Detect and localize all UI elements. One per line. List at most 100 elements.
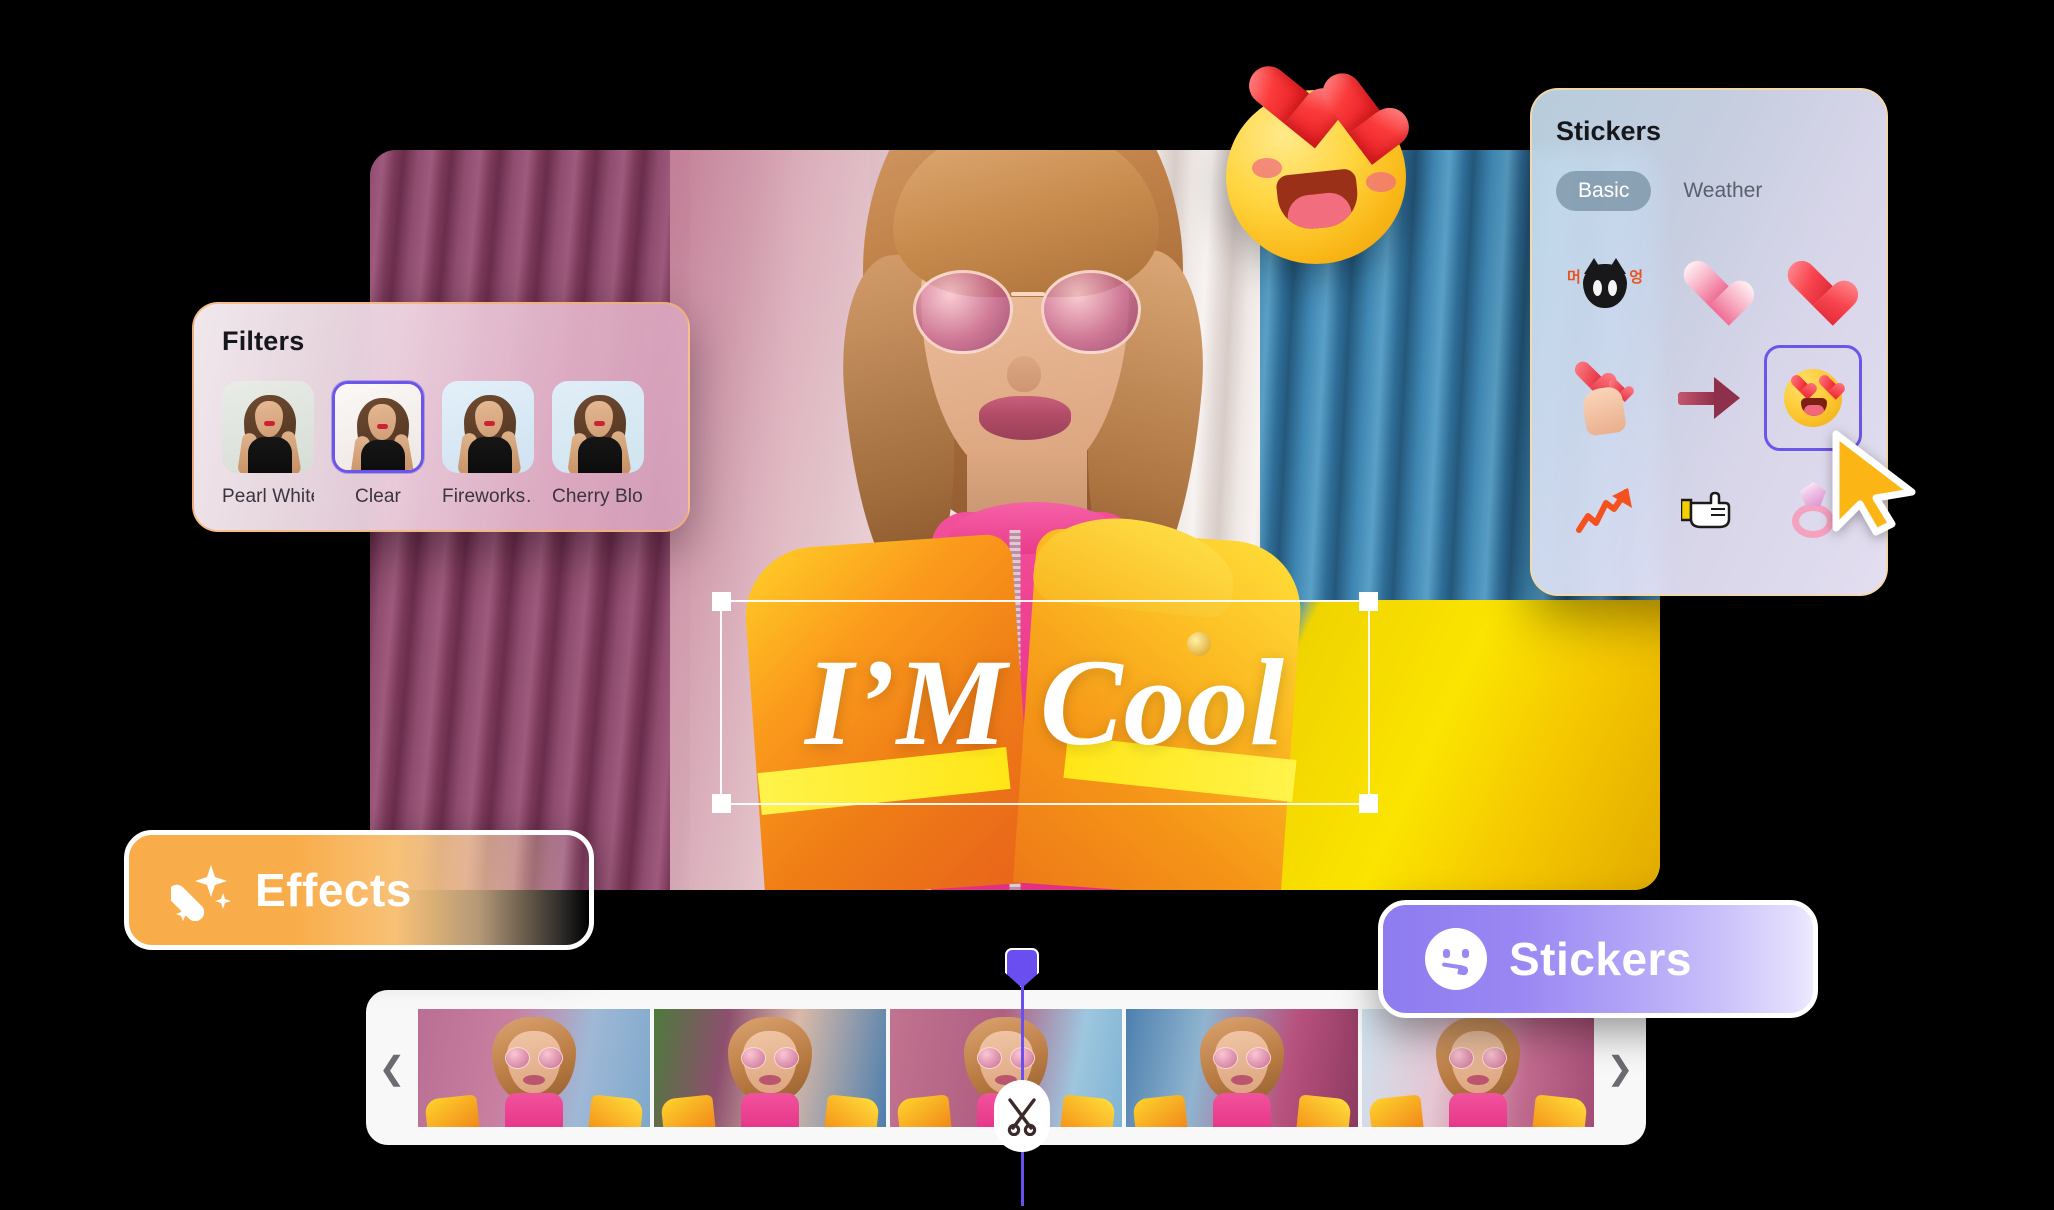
sticker-chart-increasing[interactable] <box>1556 457 1654 563</box>
thumb-body <box>248 437 292 473</box>
cat-eye-right <box>1608 280 1617 296</box>
filter-label: Fireworks… <box>442 486 534 507</box>
clip-model-coat-left <box>896 1093 952 1127</box>
timeline-clip-5[interactable] <box>1362 1008 1594 1127</box>
filter-preview-image <box>442 381 534 473</box>
clip-model-lips <box>523 1074 545 1085</box>
sticker-pointing-hand[interactable] <box>1660 457 1758 563</box>
filter-item-pearl-white[interactable]: Pearl White <box>222 381 314 508</box>
thumb-lips <box>377 424 388 429</box>
playhead-marker[interactable] <box>1005 948 1039 988</box>
resize-handle-bottom-right[interactable] <box>1359 794 1378 813</box>
ring-gem <box>1800 482 1826 506</box>
emoji-mouth <box>1275 167 1361 233</box>
chart-increasing-icon <box>1576 486 1634 534</box>
sticker-finger-heart[interactable] <box>1556 345 1654 451</box>
app-root: I’M Cool Filters Pearl White Clear Firew… <box>0 0 2054 1210</box>
split-clip-button[interactable] <box>994 1080 1050 1152</box>
stickers-button-label: Stickers <box>1509 933 1693 985</box>
clip-model-coat-left <box>424 1093 480 1127</box>
filters-panel: Filters Pearl White Clear Fireworks Cher… <box>192 302 690 532</box>
finger-heart-icon <box>1572 362 1638 437</box>
thumb-body <box>361 440 405 470</box>
cat-eye-left <box>1593 280 1602 296</box>
clip-model-sunglasses <box>1213 1046 1271 1069</box>
resize-handle-bottom-left[interactable] <box>712 794 731 813</box>
black-cat-icon: 머 엉 <box>1567 258 1643 314</box>
filter-label: Pearl White <box>222 486 314 507</box>
filter-label: Cherry Blo… <box>552 486 644 507</box>
emoji-heart-eye-right <box>1818 376 1838 394</box>
filters-list: Pearl White Clear Fireworks Cherry Blo <box>222 381 688 508</box>
filter-item-cherry-blossom[interactable]: Cherry Blo… <box>552 381 644 508</box>
sticker-category-tabs: Basic Weather <box>1556 171 1862 211</box>
thumb-body <box>468 437 512 473</box>
effects-button-label: Effects <box>255 864 412 916</box>
clip-model-top <box>1213 1092 1271 1127</box>
smiley-face-icon <box>1425 928 1487 990</box>
arrow-cursor <box>1828 430 1920 536</box>
filter-thumbnail[interactable] <box>552 381 644 473</box>
sticker-red-heart[interactable] <box>1764 233 1862 339</box>
finger-heart-hand <box>1580 385 1628 437</box>
clip-model-sunglasses <box>505 1046 563 1069</box>
tab-basic[interactable]: Basic <box>1556 171 1652 211</box>
sunglass-lens-right <box>1041 270 1141 354</box>
clip-model-coat-left <box>660 1093 716 1127</box>
filter-thumbnail[interactable] <box>222 381 314 473</box>
filter-item-fireworks[interactable]: Fireworks… <box>442 381 534 508</box>
filter-label: Clear <box>355 486 401 507</box>
clip-model-top <box>741 1092 799 1127</box>
model-nose <box>1007 356 1041 392</box>
thumb-lips <box>264 421 275 426</box>
sticker-black-cat[interactable]: 머 엉 <box>1556 233 1654 339</box>
finger-heart-big <box>1574 362 1606 390</box>
emoji-heart-eye-left <box>1243 64 1321 133</box>
filter-preview-image <box>552 381 644 473</box>
model-lips <box>979 396 1071 440</box>
clip-model-coat-left <box>1368 1093 1424 1127</box>
model-sunglasses <box>913 270 1141 356</box>
filters-panel-title: Filters <box>222 326 305 356</box>
clip-model-lips <box>1231 1074 1253 1085</box>
effects-button[interactable]: Effects <box>124 830 594 950</box>
cat-text-left: 머 <box>1567 269 1581 286</box>
heart-cake-icon <box>1682 262 1736 310</box>
clip-model-coat-left <box>1132 1093 1188 1127</box>
timeline-clip-2[interactable] <box>654 1008 886 1127</box>
chevron-left-icon[interactable]: ❮ <box>366 1049 418 1087</box>
filter-preview-image <box>335 384 421 470</box>
thumb-lips <box>594 421 605 426</box>
tab-weather[interactable]: Weather <box>1661 171 1784 211</box>
arrow-icon <box>1678 377 1740 419</box>
clip-model-lips <box>1467 1074 1489 1085</box>
emoji-heart-eye-left <box>1790 376 1810 394</box>
overlay-text[interactable]: I’M Cool <box>722 640 1368 765</box>
heart-eyes-emoji-icon <box>1784 369 1842 427</box>
clip-model-lips <box>759 1074 781 1085</box>
text-selection-box[interactable]: I’M Cool <box>712 592 1378 813</box>
chevron-right-icon[interactable]: ❯ <box>1594 1049 1646 1087</box>
clip-model-sunglasses <box>977 1046 1035 1069</box>
floating-heart-eyes-emoji[interactable] <box>1218 68 1414 264</box>
emoji-heart-eye-right <box>1312 73 1392 144</box>
timeline-clip-1[interactable] <box>418 1008 650 1127</box>
smiley-tongue <box>1457 965 1469 976</box>
filter-thumbnail[interactable] <box>332 381 424 473</box>
thumb-lips <box>484 421 495 426</box>
resize-handle-top-left[interactable] <box>712 592 731 611</box>
sticker-arrow[interactable] <box>1660 345 1758 451</box>
stickers-button[interactable]: Stickers <box>1378 900 1818 1018</box>
filter-thumbnail[interactable] <box>442 381 534 473</box>
resize-handle-top-right[interactable] <box>1359 592 1378 611</box>
timeline-clip-4[interactable] <box>1126 1008 1358 1127</box>
smiley-eye-left <box>1443 949 1450 958</box>
clip-model-top <box>1449 1092 1507 1127</box>
clip-model-top <box>505 1092 563 1127</box>
sticker-grid: 머 엉 <box>1556 233 1862 563</box>
filter-item-clear[interactable]: Clear <box>332 381 424 508</box>
smiley-eye-right <box>1462 949 1469 958</box>
sticker-heart-cake[interactable] <box>1660 233 1758 339</box>
cat-text-right: 엉 <box>1629 269 1643 286</box>
thumb-body <box>578 437 622 473</box>
